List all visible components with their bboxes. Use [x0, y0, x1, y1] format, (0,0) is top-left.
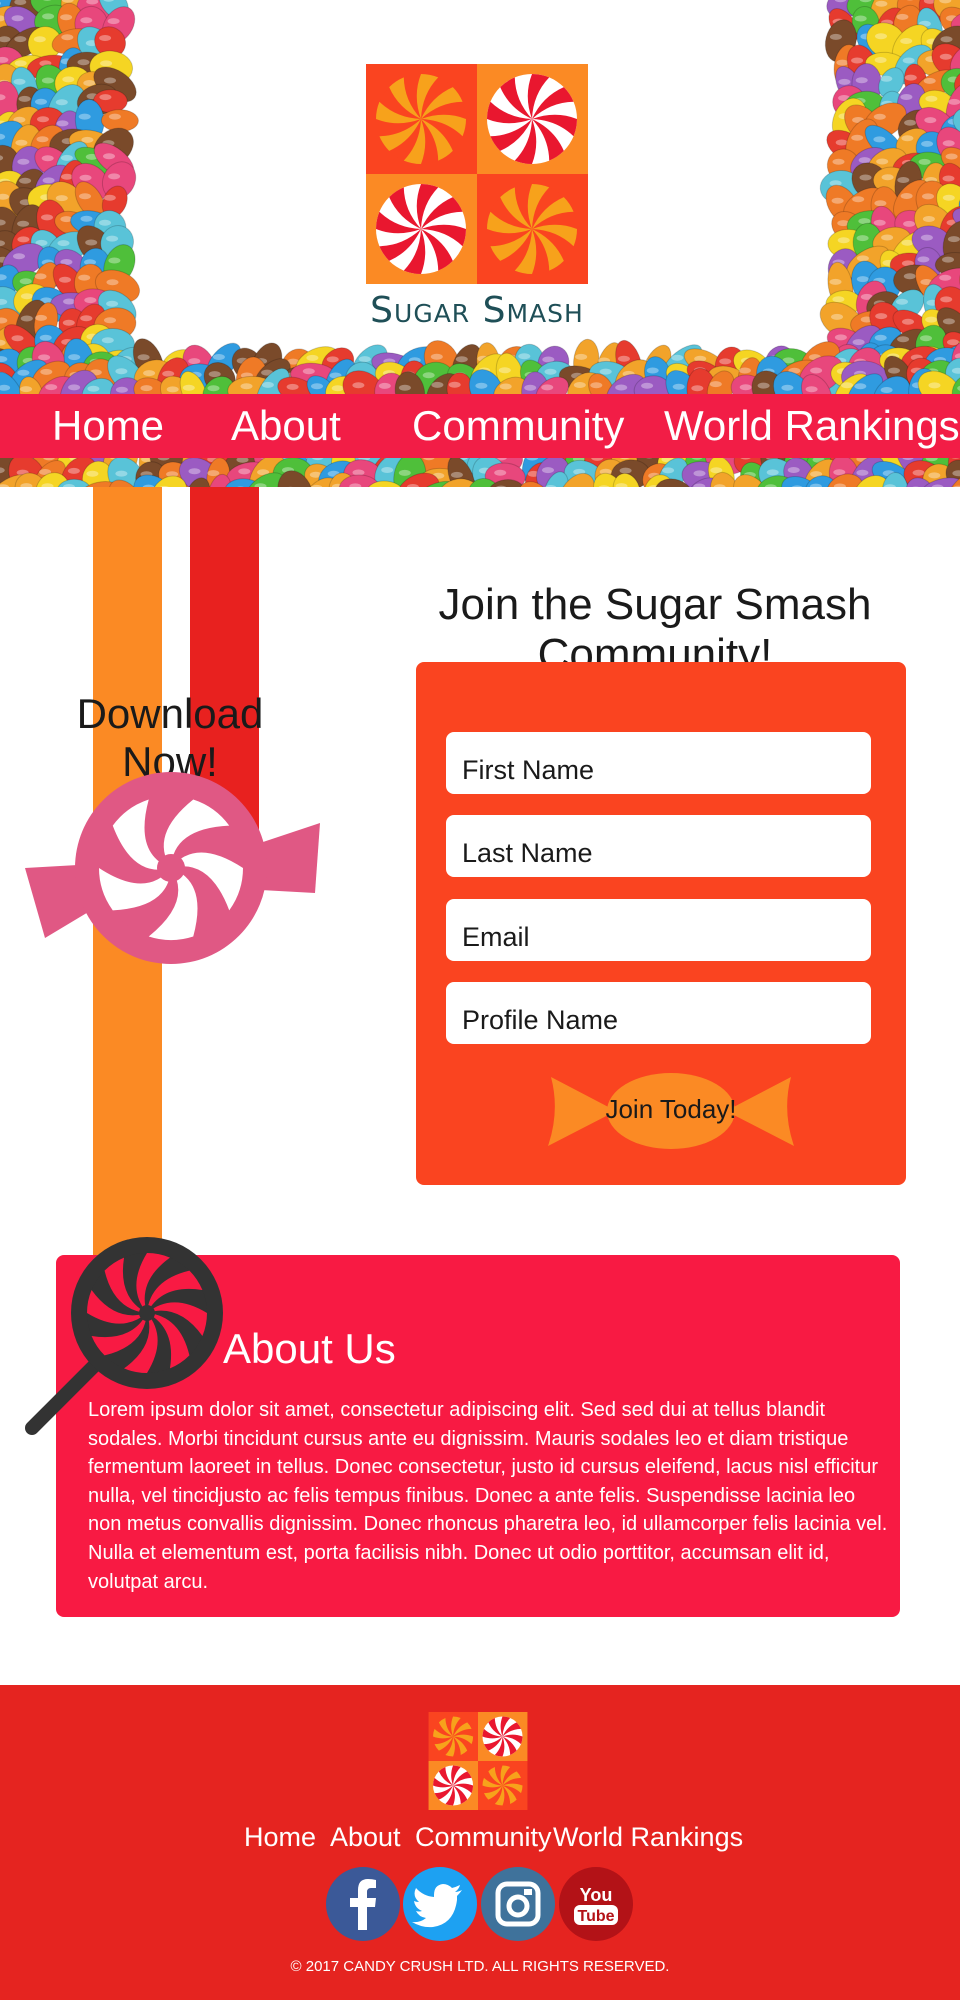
footer-link-about[interactable]: About — [330, 1822, 401, 1853]
nav-item-world-rankings[interactable]: World Rankings — [664, 402, 960, 450]
about-title: About Us — [223, 1325, 396, 1372]
instagram-icon[interactable] — [480, 1866, 556, 1942]
twitter-icon[interactable] — [402, 1866, 478, 1942]
youtube-tube-text: Tube — [577, 1908, 614, 1925]
signup-form: Join Today! — [416, 662, 906, 1185]
footer-link-community[interactable]: Community — [415, 1822, 552, 1853]
youtube-you-text: You — [580, 1885, 613, 1905]
facebook-icon[interactable] — [325, 1866, 401, 1942]
wrapped-candy-icon[interactable] — [25, 768, 320, 968]
sugar-smash-logo[interactable] — [366, 64, 588, 284]
first-name-field[interactable] — [446, 732, 871, 794]
nav-item-about[interactable]: About — [231, 402, 341, 450]
nav-item-home[interactable]: Home — [52, 402, 164, 450]
email-field[interactable] — [446, 899, 871, 961]
footer-logo[interactable] — [428, 1712, 528, 1810]
about-body: Lorem ipsum dolor sit amet, consectetur … — [88, 1399, 888, 1593]
last-name-field[interactable] — [446, 815, 871, 877]
footer-link-home[interactable]: Home — [244, 1822, 316, 1853]
profile-name-field[interactable] — [446, 982, 871, 1044]
brand-name: Sugar Smash — [370, 290, 584, 331]
main-nav: Home About Community World Rankings — [0, 394, 960, 458]
nav-item-community[interactable]: Community — [412, 402, 624, 450]
copyright-text: © 2017 CANDY CRUSH LTD. ALL RIGHTS RESER… — [290, 1958, 670, 1975]
footer-link-world-rankings[interactable]: World Rankings — [553, 1822, 743, 1853]
youtube-icon[interactable]: You Tube — [558, 1866, 634, 1942]
join-today-label: Join Today! — [605, 1094, 737, 1124]
join-today-button[interactable]: Join Today! — [546, 1072, 796, 1150]
